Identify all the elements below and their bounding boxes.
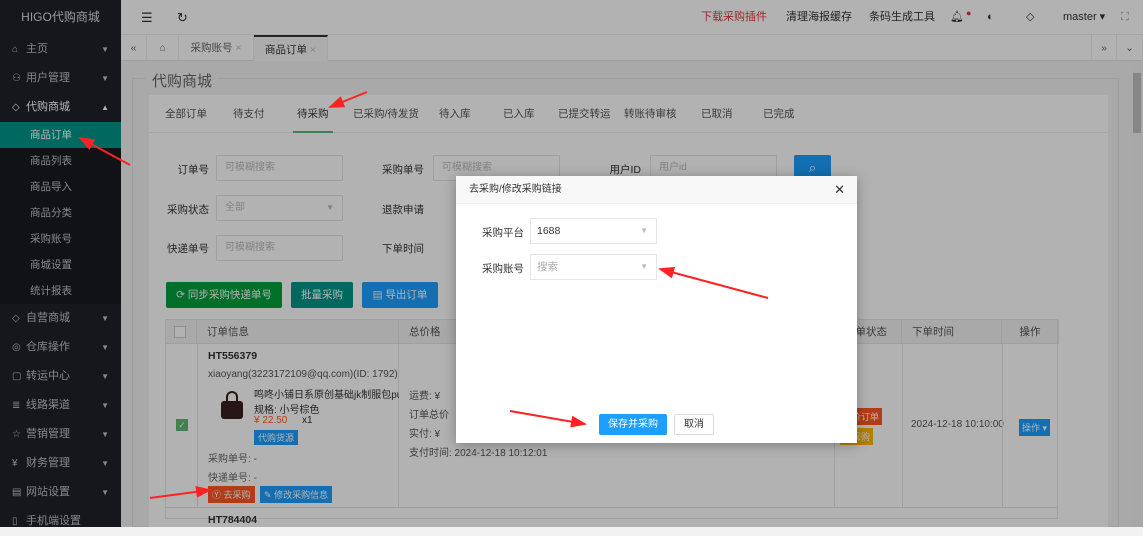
arrow xyxy=(509,410,587,428)
arrow xyxy=(149,485,212,499)
arrow xyxy=(78,137,131,166)
arrow xyxy=(328,91,368,108)
annotation-arrows xyxy=(78,91,769,499)
arrow xyxy=(658,266,769,299)
